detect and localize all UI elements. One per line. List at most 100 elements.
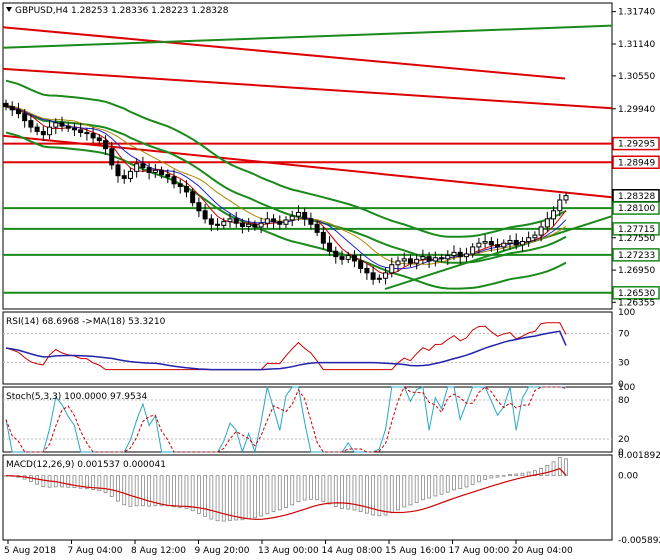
candle-body	[420, 256, 426, 260]
macd-histogram-bar	[246, 475, 251, 520]
candle-body	[557, 199, 563, 212]
macd-histogram-bar	[476, 475, 481, 483]
y-tick-label: 1.31140	[618, 40, 655, 50]
candle-body	[159, 169, 165, 176]
macd-histogram-bar	[190, 475, 195, 512]
macd-histogram-bar	[203, 475, 208, 517]
macd-histogram-bar	[277, 475, 282, 511]
candle-body	[53, 122, 59, 128]
candle-body	[215, 223, 221, 226]
macd-histogram-bar	[240, 475, 245, 521]
macd-histogram-bar	[103, 475, 108, 493]
macd-histogram-bar	[234, 475, 239, 521]
candle-body	[401, 258, 407, 262]
candle-body	[233, 218, 239, 224]
candle-body	[277, 221, 283, 225]
candle-body	[519, 241, 525, 246]
stoch-tick-label: 20	[618, 435, 630, 445]
macd-tick-label: -0.005892	[618, 536, 660, 546]
macd-histogram-bar	[315, 475, 320, 501]
chart-canvas[interactable]: 1.31740 1.31140 1.30550 1.29940 1.29295 1.289…	[0, 0, 660, 560]
candle-body	[320, 231, 326, 244]
candle-body	[302, 211, 308, 220]
candle-body	[171, 176, 177, 185]
macd-histogram-bar	[215, 475, 220, 522]
candle-body	[271, 218, 277, 223]
candle-body	[9, 106, 15, 111]
macd-histogram-bar	[116, 475, 120, 502]
candle-body	[308, 218, 314, 225]
candle-body	[190, 191, 196, 204]
macd-histogram-bar	[483, 475, 488, 480]
candle-body	[445, 255, 451, 260]
candle-body	[426, 256, 432, 262]
candle-body	[526, 237, 532, 243]
candle-body	[289, 215, 295, 221]
candle-body	[513, 239, 519, 246]
macd-histogram-bar	[178, 475, 183, 508]
macd-histogram-bar	[557, 457, 562, 477]
candle-body	[40, 130, 46, 136]
macd-histogram-bar	[128, 475, 133, 507]
candle-body	[383, 272, 389, 279]
macd-histogram-bar	[296, 475, 301, 503]
candle-body	[183, 185, 189, 193]
macd-histogram-bar	[396, 475, 400, 511]
candle-body	[501, 242, 507, 248]
candle-body	[345, 255, 351, 260]
macd-histogram-bar	[495, 475, 500, 478]
y-tick-label: 1.26355	[618, 298, 655, 308]
macd-histogram-bar	[290, 475, 295, 506]
candle-body	[563, 195, 569, 201]
rsi-tick-label: 30	[618, 358, 630, 368]
candle-body	[59, 122, 65, 127]
candle-body	[457, 251, 463, 258]
candle-body	[78, 129, 84, 134]
candle-body	[84, 132, 90, 135]
candle-body	[351, 255, 357, 262]
candle-body	[177, 183, 183, 187]
candle-body	[103, 140, 109, 150]
x-tick-label: 14 Aug 08:00	[322, 546, 383, 556]
macd-histogram-bar	[265, 475, 270, 514]
x-tick-label: 9 Aug 20:00	[195, 546, 250, 556]
candle-body	[208, 218, 214, 225]
macd-histogram-bar	[439, 475, 444, 495]
candle-body	[470, 246, 476, 255]
macd-histogram-bar	[489, 475, 494, 479]
candle-body	[395, 260, 401, 266]
macd-histogram-bar	[109, 475, 114, 497]
macd-histogram-bar	[209, 475, 214, 520]
candle-body	[488, 241, 494, 246]
candle-body	[22, 113, 28, 122]
rsi-tick-label: 100	[618, 308, 635, 318]
candle-body	[389, 264, 395, 274]
macd-histogram-bar	[508, 474, 512, 477]
macd-histogram-bar	[66, 475, 71, 488]
stoch-label: Stoch(5,3,3) 100.0000 97.9534	[6, 392, 147, 402]
macd-histogram-bar	[545, 464, 550, 477]
macd-histogram-bar	[228, 475, 232, 521]
y-tick-label: 1.28100	[618, 204, 655, 214]
candle-body	[507, 239, 513, 244]
macd-histogram-bar	[383, 475, 388, 516]
stoch-tick-label: 80	[618, 396, 630, 406]
symbol-header: GBPUSD,H4 1.28253 1.28336 1.28223 1.2832…	[6, 6, 229, 16]
candle-body	[463, 253, 469, 258]
candle-body	[283, 219, 289, 225]
macd-histogram-bar	[165, 475, 170, 507]
candle-body	[258, 222, 264, 228]
macd-histogram-bar	[514, 473, 519, 477]
macd-histogram-bar	[408, 475, 413, 506]
macd-histogram-bar	[520, 472, 525, 477]
macd-histogram-bar	[172, 475, 176, 508]
candle-body	[239, 222, 245, 227]
candle-body	[264, 218, 270, 224]
candle-body	[339, 256, 345, 260]
candle-body	[221, 221, 227, 226]
candle-body	[121, 175, 127, 179]
stoch-tick-label: 100	[618, 383, 635, 393]
candle-body	[165, 174, 171, 178]
macd-tick-label: 0.001892	[618, 451, 660, 461]
macd-histogram-bar	[284, 475, 288, 508]
